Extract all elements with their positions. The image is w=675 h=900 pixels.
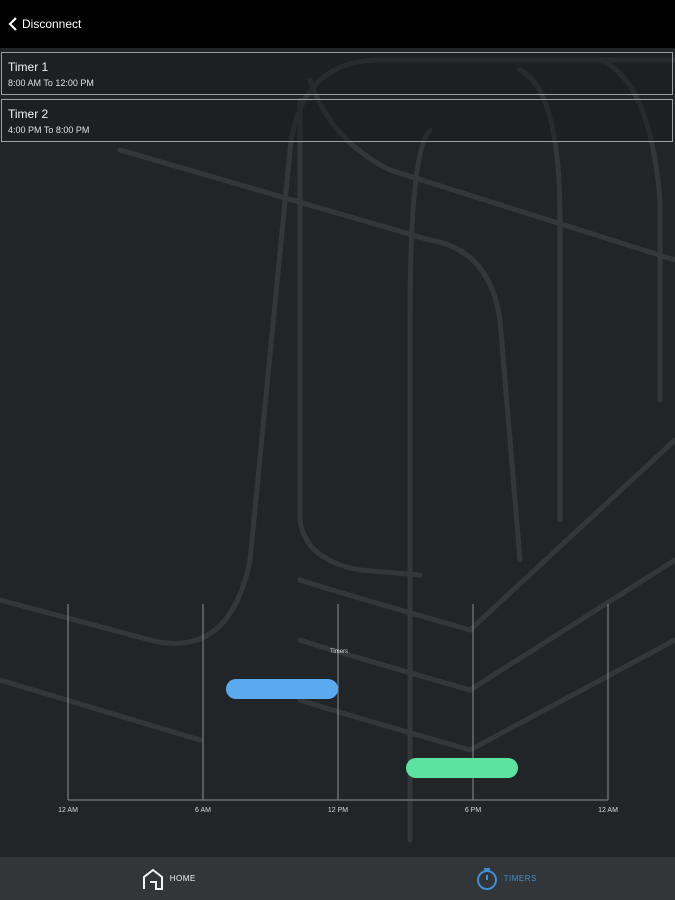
timer-range: 8:00 AM To 12:00 PM (8, 78, 94, 88)
x-tick-label: 12 AM (598, 807, 618, 814)
timers-chart: 12 AM 6 AM 12 PM 6 PM 12 AM Timers (58, 604, 618, 814)
x-tick-label: 6 PM (465, 807, 482, 814)
timer-item-2[interactable]: Timer 2 4:00 PM To 8:00 PM (1, 99, 673, 142)
stopwatch-icon (476, 867, 497, 890)
home-icon (142, 868, 163, 890)
top-bar: Disconnect (0, 0, 675, 48)
chart-title: Timers (330, 649, 348, 655)
timer-item-1[interactable]: Timer 1 8:00 AM To 12:00 PM (1, 52, 673, 95)
timer-title: Timer 1 (8, 60, 49, 74)
nav-home-label: HOME (169, 874, 196, 883)
timer-bar-2 (406, 758, 518, 778)
nav-timers-button[interactable]: TIMERS (338, 857, 675, 900)
disconnect-label: Disconnect (22, 17, 82, 31)
bottom-nav: HOME TIMERS (0, 857, 675, 900)
disconnect-button[interactable]: Disconnect (8, 17, 81, 31)
timer-range: 4:00 PM To 8:00 PM (8, 125, 90, 135)
chevron-left-icon (8, 17, 17, 31)
nav-home-button[interactable]: HOME (0, 857, 338, 900)
x-tick-label: 6 AM (195, 807, 211, 814)
timer-bar-1 (226, 679, 338, 699)
x-tick-label: 12 PM (328, 807, 348, 814)
nav-timers-label: TIMERS (503, 874, 537, 883)
timer-title: Timer 2 (8, 107, 49, 121)
x-tick-label: 12 AM (58, 807, 78, 814)
